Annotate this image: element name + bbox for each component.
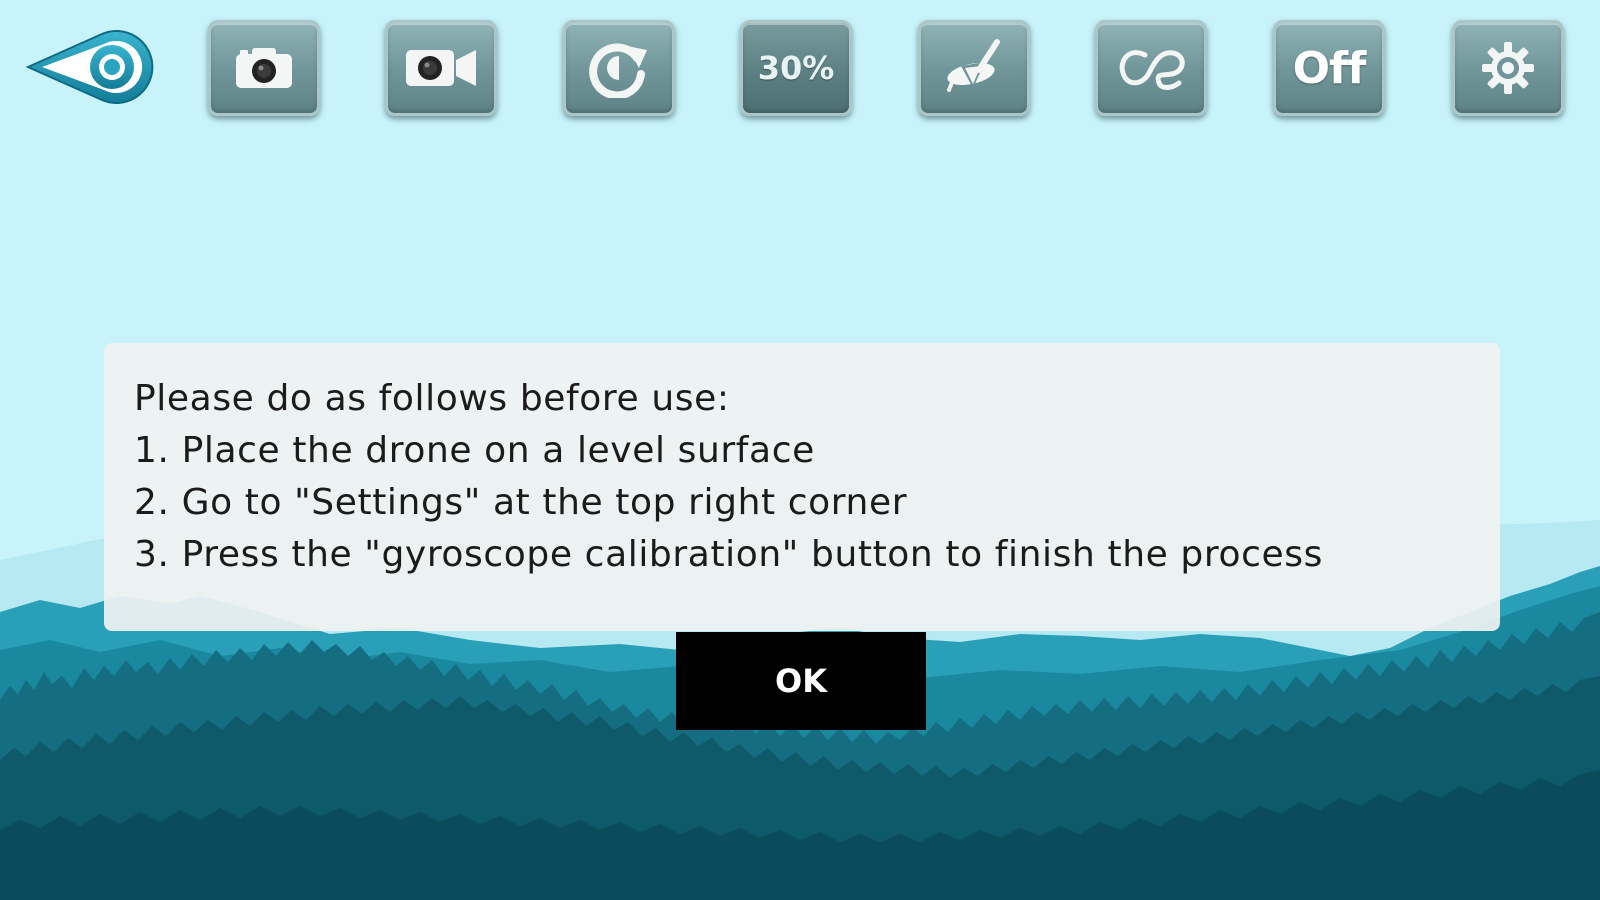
video-camera-icon [406, 50, 476, 86]
back-button[interactable] [24, 24, 156, 110]
drone-control-screen: 30% Off Please do as follows before use:… [0, 0, 1600, 900]
speed-label: 30% [757, 49, 835, 87]
vr-mode-toggle[interactable]: Off [1273, 20, 1385, 116]
headless-mode-icon [947, 39, 1000, 92]
dialog-intro-text: Please do as follows before use: [134, 378, 730, 419]
settings-button[interactable] [1452, 20, 1564, 116]
take-photo-button[interactable] [208, 20, 320, 116]
camera-icon [236, 48, 292, 88]
trajectory-flight-button[interactable] [1095, 20, 1207, 116]
gear-icon [1482, 42, 1534, 94]
headless-mode-button[interactable] [918, 20, 1030, 116]
top-toolbar: 30% Off [0, 0, 1600, 140]
calibration-instructions-dialog: Please do as follows before use: 1. Plac… [104, 343, 1500, 631]
rotate-icon [589, 43, 647, 98]
flip-rotate-button[interactable] [563, 20, 675, 116]
dialog-step-3: 3. Press the "gyroscope calibration" but… [134, 534, 1323, 575]
trajectory-flight-icon [1119, 50, 1185, 90]
dialog-step-2: 2. Go to "Settings" at the top right cor… [134, 482, 908, 523]
ok-button[interactable]: OK [676, 632, 926, 730]
dialog-step-1: 1. Place the drone on a level surface [134, 430, 815, 471]
vr-mode-label: Off [1292, 42, 1367, 94]
speed-button[interactable]: 30% [740, 20, 852, 116]
record-video-button[interactable] [385, 20, 497, 116]
back-eye-icon [25, 30, 154, 104]
